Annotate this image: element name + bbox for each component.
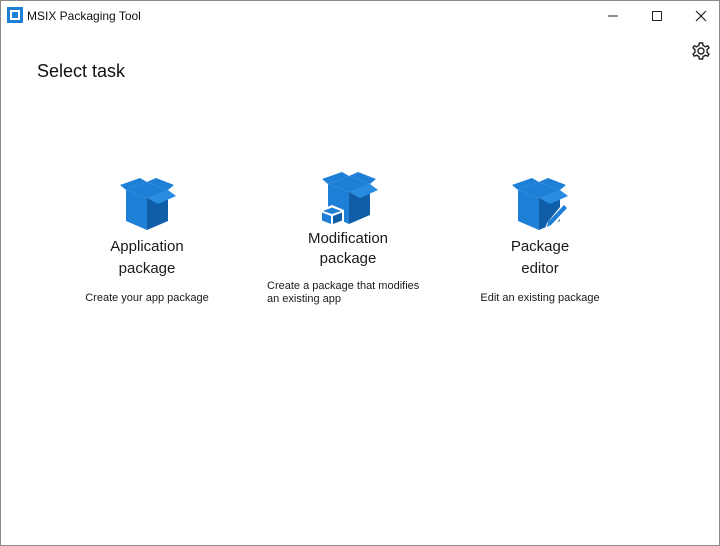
close-button[interactable]: [681, 1, 720, 31]
package-box-icon: [120, 178, 176, 230]
task-modification-package[interactable]: Modification package Create a package th…: [267, 170, 429, 306]
app-window: MSIX Packaging Tool Select task Applicat…: [0, 0, 720, 546]
settings-button[interactable]: [689, 39, 713, 63]
tile-description: Edit an existing package: [480, 292, 600, 304]
maximize-button[interactable]: [637, 1, 677, 31]
window-title: MSIX Packaging Tool: [27, 9, 141, 23]
tile-title-line1: Modification: [307, 230, 389, 247]
tile-title-line2: editor: [521, 260, 559, 277]
msix-app-icon: [7, 7, 23, 23]
tile-description: Create a package that modifies an existi…: [267, 280, 420, 305]
tile-title-line2: package: [319, 250, 377, 267]
tile-title-line1: Package: [510, 238, 570, 255]
tile-title-line2: package: [118, 260, 176, 277]
tile-description: Create your app package: [85, 292, 209, 304]
minimize-icon: [608, 15, 618, 17]
gear-icon: [692, 42, 710, 60]
package-editor-icon: [512, 178, 570, 232]
tile-title-line1: Application: [110, 238, 184, 255]
maximize-icon: [652, 11, 662, 21]
modification-package-icon: [320, 172, 378, 227]
page-title: Select task: [37, 61, 126, 81]
task-package-editor[interactable]: Package editor Edit an existing package: [479, 176, 601, 305]
close-icon: [695, 10, 707, 22]
title-bar[interactable]: MSIX Packaging Tool: [1, 1, 719, 31]
minimize-button[interactable]: [593, 1, 633, 31]
task-application-package[interactable]: Application package Create your app pack…: [81, 176, 213, 305]
